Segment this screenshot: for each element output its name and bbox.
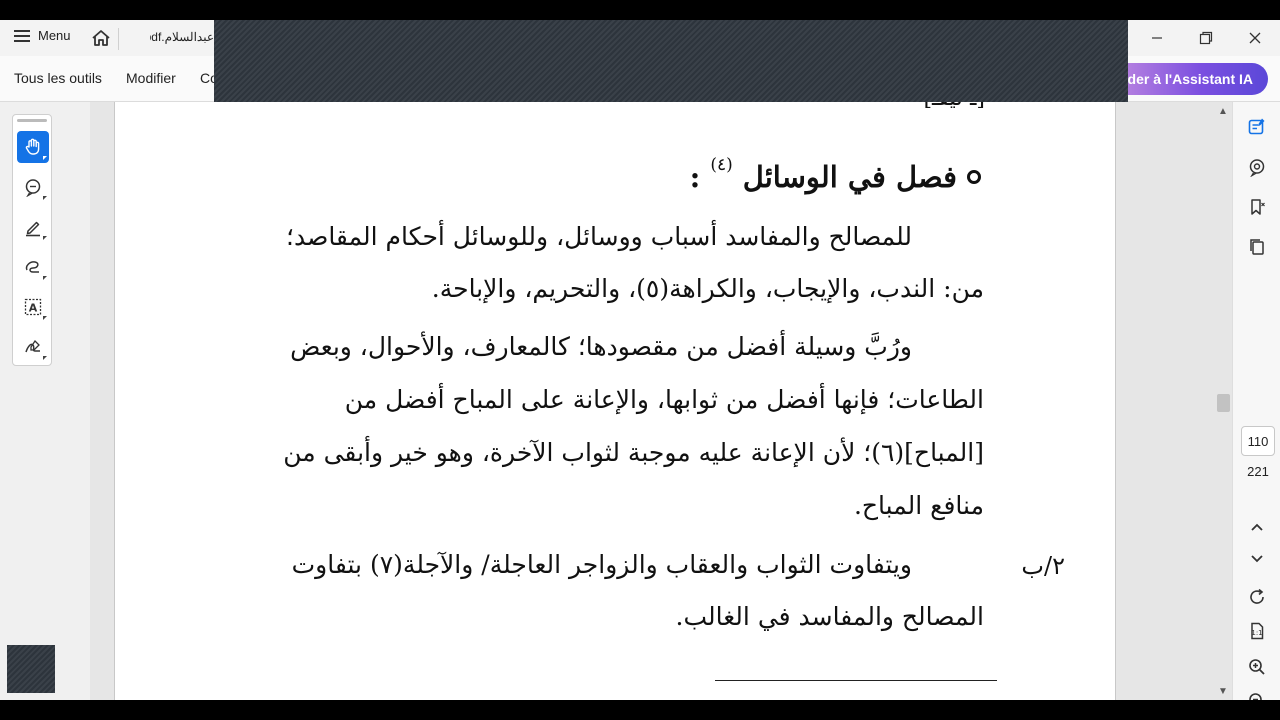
heading-footnote-ref: (٤) — [710, 155, 733, 175]
comment-tool-button[interactable] — [17, 171, 49, 203]
paragraph-line: المصالح والمفاسد في الغالب. — [675, 602, 984, 631]
paragraph-line: ويتفاوت الثواب والعقاب والزواجر العاجلة/… — [291, 550, 912, 579]
edit-text-icon[interactable] — [1246, 116, 1268, 138]
vertical-scrollbar[interactable]: ▲ ▼ — [1214, 102, 1232, 700]
minimize-icon — [1152, 37, 1162, 39]
drag-handle[interactable] — [17, 119, 47, 122]
right-side-panel: 110 221 1:1 — [1232, 102, 1280, 700]
redacted-thumbnail — [7, 645, 55, 693]
heading-colon: : — [689, 160, 701, 194]
svg-text:A: A — [29, 302, 38, 315]
draw-tool-button[interactable] — [17, 251, 49, 283]
paragraph-line: ورُبَّ وسيلة أفضل من مقصودها؛ كالمعارف، … — [290, 332, 912, 361]
page-fit-icon[interactable]: 1:1 — [1246, 620, 1268, 642]
zoom-in-icon[interactable] — [1246, 656, 1268, 678]
chevron-up-icon[interactable] — [1246, 516, 1268, 538]
paragraph-line: للمصالح والمفاسد أسباب ووسائل، وللوسائل … — [286, 222, 912, 251]
comment-panel-icon[interactable] — [1246, 156, 1268, 178]
pages-icon[interactable] — [1246, 236, 1268, 258]
zoom-out-icon[interactable] — [1246, 690, 1268, 700]
minimize-button[interactable] — [1134, 20, 1180, 56]
menu-button[interactable]: Menu — [14, 28, 71, 43]
menu-label: Menu — [38, 28, 71, 43]
paragraph-line: الطاعات؛ فإنها أفضل من ثوابها، والإعانة … — [344, 385, 984, 414]
svg-text:1:1: 1:1 — [1251, 629, 1262, 637]
top-text-fragment: [ـ ليقـ] — [923, 102, 985, 111]
sign-tool-button[interactable] — [17, 331, 49, 363]
workspace: A [ـ ليقـ] فصل في الوسائل (٤) : للمصالح … — [0, 102, 1280, 700]
bookmark-icon[interactable] — [1246, 196, 1268, 218]
document-tab[interactable]: عبدالسلام.pdf — [150, 30, 214, 44]
scroll-up-arrow[interactable]: ▲ — [1218, 106, 1228, 117]
text-select-tool-icon: A — [24, 298, 42, 316]
paragraph-line: [المباح](٦)؛ لأن الإعانة عليه موجبة لثوا… — [283, 438, 984, 467]
close-button[interactable] — [1232, 20, 1278, 56]
menu-icon — [14, 29, 30, 42]
all-tools-link[interactable]: Tous les outils — [14, 70, 102, 86]
comment-tool-icon — [25, 179, 41, 197]
chevron-down-icon[interactable] — [1246, 548, 1268, 570]
restore-icon — [1199, 31, 1213, 45]
sign-tool-icon — [25, 339, 40, 353]
refresh-icon[interactable] — [1246, 586, 1268, 608]
highlight-tool-icon — [26, 221, 40, 237]
total-pages: 221 — [1247, 464, 1269, 479]
draw-tool-icon — [25, 261, 39, 273]
tab-separator — [118, 28, 119, 50]
edit-link[interactable]: Modifier — [126, 70, 176, 86]
restore-button[interactable] — [1183, 20, 1229, 56]
redaction-overlay — [214, 20, 1128, 107]
quick-tools-panel: A — [12, 114, 52, 366]
home-icon[interactable] — [90, 28, 112, 48]
text-select-tool-button[interactable]: A — [17, 291, 49, 323]
highlight-tool-button[interactable] — [17, 211, 49, 243]
ai-assistant-label: der à l'Assistant IA — [1127, 71, 1253, 87]
close-icon — [1249, 32, 1261, 44]
hand-tool-button[interactable] — [17, 131, 49, 163]
bullet-circle-icon — [967, 170, 981, 184]
footnote-separator — [715, 680, 997, 681]
heading-text: فصل في الوسائل — [742, 160, 957, 194]
pdf-page: [ـ ليقـ] فصل في الوسائل (٤) : للمصالح وا… — [114, 102, 1116, 700]
paragraph-line: من: الندب، والإيجاب، والكراهة(٥)، والتحر… — [431, 274, 984, 303]
current-page-field[interactable]: 110 — [1241, 426, 1275, 456]
scroll-down-arrow[interactable]: ▼ — [1218, 686, 1228, 697]
document-viewport[interactable]: [ـ ليقـ] فصل في الوسائل (٤) : للمصالح وا… — [90, 102, 1234, 700]
hand-tool-icon — [25, 138, 40, 155]
scroll-thumb[interactable] — [1217, 394, 1230, 412]
paragraph-line: منافع المباح. — [853, 491, 984, 520]
section-heading: فصل في الوسائل (٤) : — [689, 155, 981, 194]
acrobat-window: Menu عبدالسلام.pdf Tous les outils Modif… — [0, 20, 1280, 700]
margin-page-ref: ٢/ب — [1021, 552, 1065, 580]
